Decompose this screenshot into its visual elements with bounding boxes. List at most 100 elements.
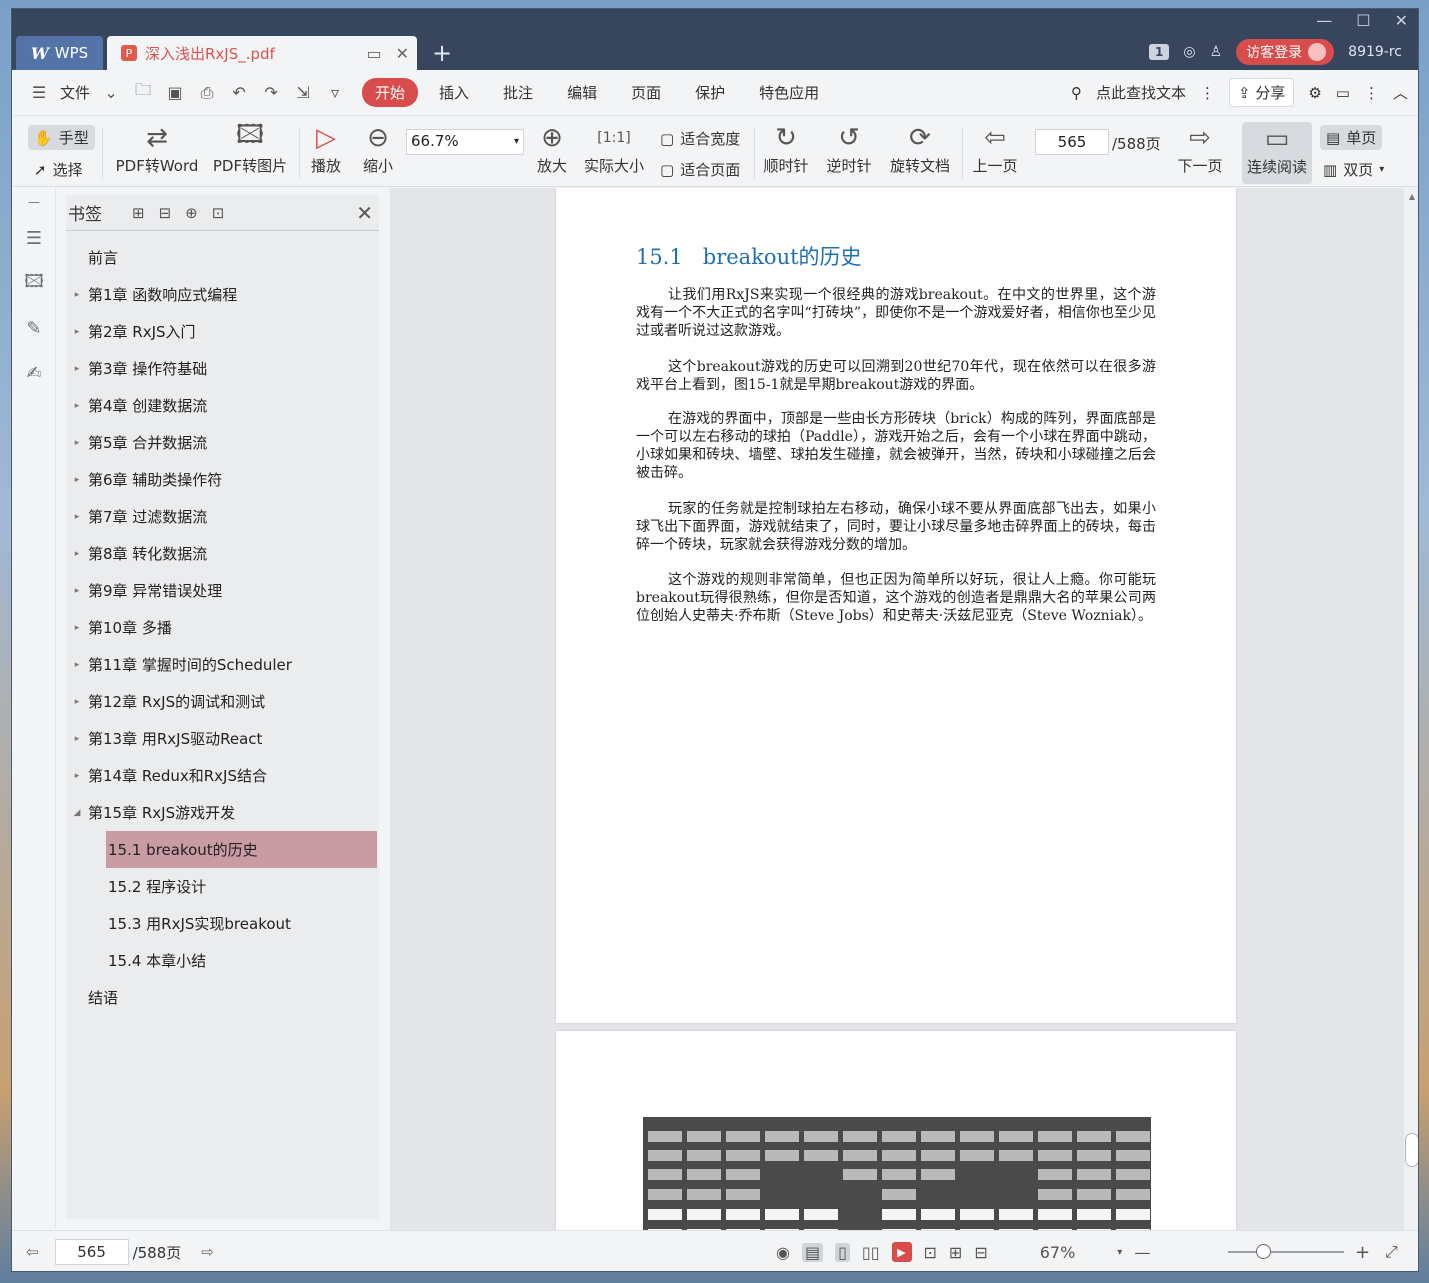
search-text-link[interactable]: 点此查找文本 [1096,82,1186,103]
zoom-select[interactable]: 66.7% ▾ [406,129,524,155]
bookmark-item[interactable]: ▸ 第10章 多播 [66,609,379,646]
vertical-scrollbar[interactable]: ▲ [1404,188,1418,1230]
zoom-out-minus-icon[interactable]: — [1134,1243,1150,1262]
bookmark-item[interactable]: ▸ 第1章 函数响应式编程 [66,276,379,313]
close-panel-icon[interactable]: ✕ [356,201,373,225]
bookmark-subitem[interactable]: 15.4 本章小结 [66,942,379,979]
bookmark-item[interactable]: ▸ 第7章 过滤数据流 [66,498,379,535]
bookmark-item[interactable]: 前言 [66,239,379,276]
expand-arrow-icon[interactable]: ▸ [66,549,88,559]
redo-icon[interactable]: ↷ [260,82,282,104]
fullscreen-icon[interactable]: ⤢ [1385,1242,1398,1262]
wps-home-tab[interactable]: W WPS [16,36,103,70]
tab-features[interactable]: 特色应用 [746,78,832,107]
bookmark-item[interactable]: ◢ 第15章 RxJS游戏开发 [66,794,379,831]
hand-tool-button[interactable]: ✋ 手型 [28,125,95,150]
comment-icon[interactable]: ▭ [1336,84,1350,102]
single-page-button[interactable]: ▤ 单页 [1320,125,1383,150]
actual-size-button[interactable]: [1:1] 实际大小 [582,121,646,176]
zoom-in-plus-icon[interactable]: + [1355,1242,1370,1263]
pin-tab-icon[interactable]: ▭ [366,44,381,63]
skin-icon[interactable]: ♙ [1210,44,1223,60]
bookmark-subitem[interactable]: 15.3 用RxJS实现breakout [66,905,379,942]
rotate-counterclockwise-button[interactable]: ↺ 逆时针 [825,121,873,176]
signature-icon[interactable]: ✍ [12,351,56,396]
expand-arrow-icon[interactable]: ▸ [66,734,88,744]
new-tab-button[interactable]: + [432,39,452,67]
expand-arrow-icon[interactable]: ▸ [66,512,88,522]
close-window-icon[interactable]: ✕ [1395,11,1408,30]
tab-start[interactable]: 开始 [362,78,419,107]
play-icon[interactable]: ▶ [891,1242,912,1262]
collapse-all-icon[interactable]: ⊟ [159,204,172,222]
collapse-ribbon-icon[interactable]: ︿ [1393,82,1408,103]
status-page-input[interactable]: 565 [54,1239,129,1265]
tab-page[interactable]: 页面 [618,78,674,107]
file-menu[interactable]: 文件 [60,82,90,103]
document-tab[interactable]: P 深入浅出RxJS_.pdf ▭ ✕ [107,36,417,70]
chevron-down-icon[interactable]: ⌄ [100,82,122,104]
print-icon[interactable]: ⎙ [196,82,218,104]
document-view[interactable]: 15.1 breakout的历史 让我们用RxJS来实现一个很经典的游戏break… [390,188,1418,1230]
fit-width-button[interactable]: ▢ 适合宽度 [660,128,740,149]
tab-insert[interactable]: 插入 [426,78,482,107]
actual-size-status-icon[interactable]: ⊡ [924,1243,937,1262]
expand-arrow-icon[interactable]: ▸ [66,290,88,300]
status-zoom-value[interactable]: 67% [1040,1243,1076,1262]
bookmark-item[interactable]: ▸ 第4章 创建数据流 [66,387,379,424]
scroll-up-icon[interactable]: ▲ [1404,188,1418,201]
tab-protect[interactable]: 保护 [682,78,738,107]
pdf-to-image-button[interactable]: 🖾 PDF转图片 [208,120,292,176]
next-page-button[interactable]: ⇨ 下一页 [1175,121,1225,176]
bookmark-subitem[interactable]: 15.2 程序设计 [66,868,379,905]
add-bookmark-icon[interactable]: ⊕ [185,204,198,222]
expand-all-icon[interactable]: ⊞ [132,204,145,222]
undo-icon[interactable]: ↶ [228,82,250,104]
search-icon[interactable]: ⚲ [1071,84,1082,102]
bookmark-item[interactable]: ▸ 第5章 合并数据流 [66,424,379,461]
bookmark-item[interactable]: ▸ 第12章 RxJS的调试和测试 [66,683,379,720]
settings-gear-icon[interactable]: ⚙ [1308,84,1321,102]
fit-page-status-icon[interactable]: ⊞ [949,1243,962,1262]
open-folder-icon[interactable]: 🗀 [132,80,154,104]
bookmark-item[interactable]: ▸ 第9章 异常错误处理 [66,572,379,609]
play-button[interactable]: ▷ 播放 [308,121,344,176]
bookmark-item[interactable]: ▸ 第8章 转化数据流 [66,535,379,572]
thumbnail-icon[interactable]: 🖾 [12,261,56,306]
continuous-view-icon[interactable]: ▤ [801,1242,824,1262]
expand-arrow-icon[interactable]: ▸ [66,586,88,596]
zoom-slider-knob[interactable] [1256,1244,1271,1259]
scroll-thumb[interactable] [1405,1133,1418,1167]
double-page-view-icon[interactable]: ▯▯ [862,1243,880,1262]
double-page-button[interactable]: ▥ 双页 ▾ [1323,159,1384,180]
bookmark-item[interactable]: ▸ 第14章 Redux和RxJS结合 [66,757,379,794]
kebab-icon[interactable]: ⋮ [1200,84,1215,102]
theme-icon[interactable]: ◎ [1183,44,1195,60]
export-icon[interactable]: ⇲ [292,82,314,104]
expand-arrow-icon[interactable]: ▸ [66,438,88,448]
continuous-read-button[interactable]: ▭ 连续阅读 [1242,122,1312,184]
hamburger-menu-icon[interactable]: ☰ [28,82,50,104]
window-count-badge[interactable]: 1 [1149,44,1170,60]
bookmark-item[interactable]: 结语 [66,979,379,1016]
bookmark-item[interactable]: ▸ 第2章 RxJS入门 [66,313,379,350]
pdf-to-word-button[interactable]: ⇄ PDF转Word [115,121,199,176]
bookmark-list-icon[interactable]: ⊡ [212,204,225,222]
rotate-document-button[interactable]: ⟳ 旋转文档 [888,121,952,176]
bookmark-item[interactable]: ▸ 第6章 辅助类操作符 [66,461,379,498]
zoom-slider[interactable] [1228,1251,1344,1253]
more-dropdown-icon[interactable]: ▿ [324,82,346,104]
bookmark-item[interactable]: ▸ 第13章 用RxJS驱动React [66,720,379,757]
minimize-icon[interactable]: — [1316,11,1332,30]
fit-width-status-icon[interactable]: ⊟ [974,1243,987,1262]
expand-arrow-icon[interactable]: ▸ [66,327,88,337]
prev-page-button[interactable]: ⇦ 上一页 [970,121,1020,176]
bookmark-item[interactable]: ▸ 第11章 掌握时间的Scheduler [66,646,379,683]
expand-arrow-icon[interactable]: ▸ [66,623,88,633]
expand-arrow-icon[interactable]: ▸ [66,697,88,707]
fit-page-button[interactable]: ▢ 适合页面 [660,159,740,180]
chevron-down-icon[interactable]: ▾ [1117,1247,1122,1258]
zoom-in-button[interactable]: ⊕ 放大 [534,121,570,176]
expand-arrow-icon[interactable]: ▸ [66,364,88,374]
outline-icon[interactable]: ☰ [12,216,56,261]
